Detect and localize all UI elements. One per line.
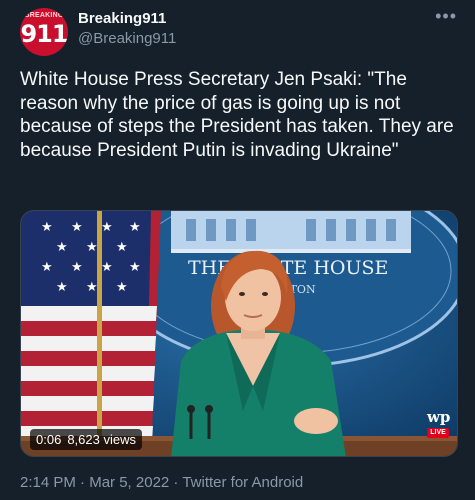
svg-text:★: ★	[101, 220, 113, 235]
video-frame: THE WHITE HOUSE WASHINGTON ★★★★ ★★★ ★★★★	[21, 211, 457, 456]
video-badge: 0:06 8,623 views	[30, 429, 142, 450]
tweet-source[interactable]: Twitter for Android	[182, 474, 303, 491]
user-handle[interactable]: @Breaking911	[78, 30, 176, 47]
svg-text:★: ★	[56, 280, 68, 295]
live-badge: LIVE	[427, 428, 449, 438]
tweet: BREAKING 911 Breaking911 @Breaking911 ••…	[0, 0, 475, 500]
svg-text:★: ★	[129, 260, 141, 275]
svg-text:★: ★	[116, 240, 128, 255]
svg-text:★: ★	[101, 260, 113, 275]
svg-text:★: ★	[41, 260, 53, 275]
more-options-icon[interactable]: •••	[435, 6, 457, 27]
tweet-meta: 2:14 PM · Mar 5, 2022 · Twitter for Andr…	[20, 474, 303, 491]
display-name[interactable]: Breaking911	[78, 10, 166, 27]
tweet-time[interactable]: 2:14 PM	[20, 474, 76, 491]
video-player[interactable]: THE WHITE HOUSE WASHINGTON ★★★★ ★★★ ★★★★	[20, 210, 458, 457]
avatar[interactable]: BREAKING 911	[20, 8, 68, 56]
tweet-text: White House Press Secretary Jen Psaki: "…	[20, 69, 454, 161]
svg-text:★: ★	[116, 280, 128, 295]
meta-separator: ·	[169, 474, 183, 491]
svg-text:★: ★	[71, 260, 83, 275]
svg-text:★: ★	[41, 220, 53, 235]
video-time: 0:06	[36, 432, 62, 447]
meta-separator: ·	[75, 474, 90, 491]
video-views: 8,623 views	[67, 432, 136, 447]
svg-text:★: ★	[71, 220, 83, 235]
american-flag: ★ ★ ★ ★ ★ ★ ★ ★ ★ ★ ★ ★ ★ ★	[21, 211, 161, 456]
tweet-date[interactable]: Mar 5, 2022	[89, 474, 169, 491]
svg-text:★: ★	[86, 240, 98, 255]
svg-text:★: ★	[56, 240, 68, 255]
avatar-big-text: 911	[20, 20, 68, 48]
svg-text:★: ★	[129, 220, 141, 235]
washington-post-logo-icon: wp LIVE	[427, 408, 451, 442]
avatar-top-text: BREAKING	[24, 12, 64, 19]
logo-mark: wp	[427, 408, 451, 426]
svg-text:★: ★	[86, 280, 98, 295]
